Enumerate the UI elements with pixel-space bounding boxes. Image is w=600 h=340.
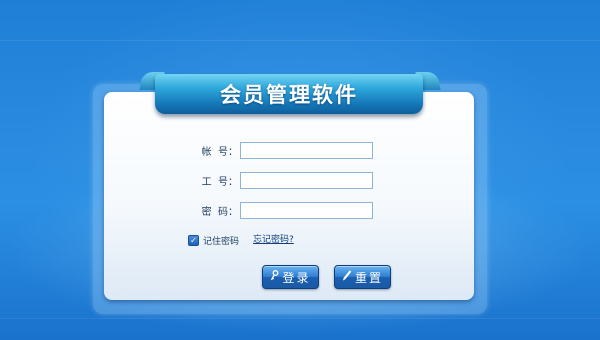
employee-id-row: 工 号： [196,171,373,189]
reset-button[interactable]: 重置 [334,265,391,289]
employee-id-label: 工 号： [201,176,238,188]
account-row: 帐 号： [196,141,373,159]
app-title: 会员管理软件 [220,83,358,107]
remember-password-label: 记住密码 [203,236,240,247]
reset-button-label: 重置 [354,270,383,285]
password-input[interactable] [240,201,373,219]
forgot-password-link[interactable]: 忘记密码? [253,233,294,247]
title-ribbon: 会员管理软件 [155,74,423,114]
background-streak [0,40,600,41]
account-label: 帐 号： [201,146,238,158]
password-row: 密 码： [196,201,373,219]
password-label: 密 码： [201,206,238,218]
account-input[interactable] [240,141,373,159]
employee-id-input[interactable] [240,171,373,189]
remember-password-row[interactable]: ✓ 记住密码 [188,233,239,247]
remember-password-checkbox[interactable]: ✓ [188,234,199,246]
login-button-label: 登录 [282,270,311,285]
pencil-icon [342,270,352,284]
login-button[interactable]: 登录 [262,265,319,289]
key-icon [270,270,279,284]
checkmark-icon: ✓ [190,235,197,245]
background-streak [0,318,600,319]
